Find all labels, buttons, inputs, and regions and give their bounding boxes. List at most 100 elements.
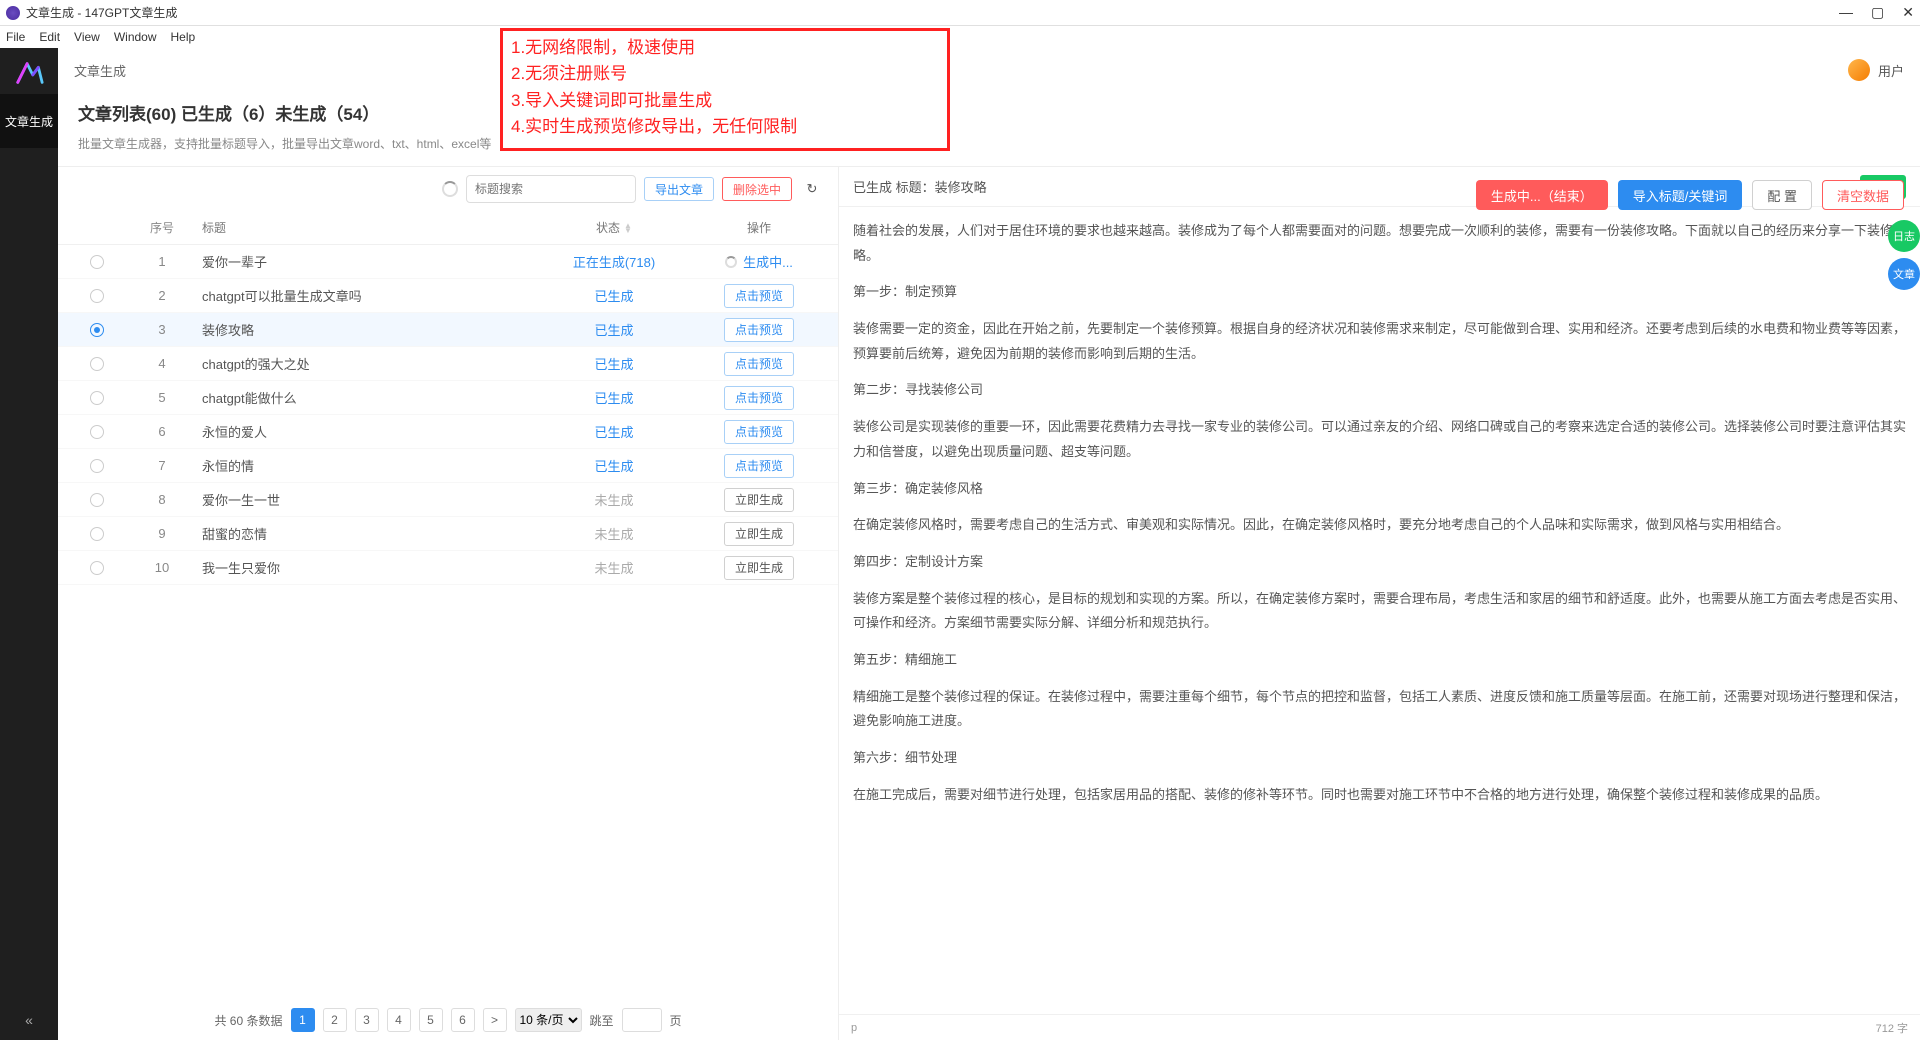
- table-row[interactable]: 3 装修攻略 已生成 点击预览: [58, 313, 838, 347]
- row-title: 装修攻略: [202, 320, 534, 339]
- sidebar-collapse-button[interactable]: «: [13, 1000, 45, 1040]
- table-row[interactable]: 5 chatgpt能做什么 已生成 点击预览: [58, 381, 838, 415]
- window-title: 文章生成 - 147GPT文章生成: [26, 4, 177, 21]
- row-index: 8: [122, 492, 202, 507]
- col-header-index: 序号: [122, 219, 202, 236]
- table-row[interactable]: 1 爱你一辈子 正在生成(718) 生成中...: [58, 245, 838, 279]
- menu-help[interactable]: Help: [171, 30, 196, 44]
- pager-jump-input[interactable]: [622, 1008, 662, 1032]
- generate-button[interactable]: 立即生成: [724, 488, 794, 512]
- row-radio[interactable]: [90, 357, 104, 371]
- row-radio[interactable]: [90, 561, 104, 575]
- col-header-title: 标题: [202, 219, 534, 236]
- table-row[interactable]: 4 chatgpt的强大之处 已生成 点击预览: [58, 347, 838, 381]
- window-minimize-button[interactable]: —: [1839, 4, 1853, 21]
- table-row[interactable]: 7 永恒的情 已生成 点击预览: [58, 449, 838, 483]
- row-radio[interactable]: [90, 493, 104, 507]
- side-tag-log[interactable]: 日志: [1888, 220, 1920, 252]
- menubar: File Edit View Window Help: [0, 26, 1920, 48]
- pager-page-2[interactable]: 2: [323, 1008, 347, 1032]
- menu-view[interactable]: View: [74, 30, 100, 44]
- clear-data-button[interactable]: 清空数据: [1822, 180, 1904, 210]
- config-button[interactable]: 配 置: [1752, 180, 1812, 210]
- menu-window[interactable]: Window: [114, 30, 157, 44]
- preview-paragraph: 装修方案是整个装修过程的核心，是目标的规划和实现的方案。所以，在确定装修方案时，…: [853, 587, 1906, 636]
- sidebar-item-article-gen[interactable]: 文章生成: [0, 94, 58, 148]
- preview-paragraph: 第三步：确定装修风格: [853, 477, 1906, 502]
- row-title: 甜蜜的恋情: [202, 524, 534, 543]
- window-titlebar: 文章生成 - 147GPT文章生成 — ▢ ✕: [0, 0, 1920, 26]
- window-maximize-button[interactable]: ▢: [1871, 4, 1884, 21]
- pager-page-3[interactable]: 3: [355, 1008, 379, 1032]
- status-text: 已生成: [594, 459, 633, 474]
- table-row[interactable]: 9 甜蜜的恋情 未生成 立即生成: [58, 517, 838, 551]
- pager-per-page-select[interactable]: 10 条/页: [515, 1008, 582, 1032]
- row-radio[interactable]: [90, 391, 104, 405]
- window-close-button[interactable]: ✕: [1902, 4, 1914, 21]
- preview-button[interactable]: 点击预览: [724, 386, 794, 410]
- loading-spinner-icon: [442, 181, 458, 197]
- row-title: 永恒的爱人: [202, 422, 534, 441]
- pager-page-6[interactable]: 6: [451, 1008, 475, 1032]
- row-radio[interactable]: [90, 527, 104, 541]
- row-index: 9: [122, 526, 202, 541]
- promo-line-3: 3.导入关键词即可批量生成: [511, 88, 939, 114]
- pager-next-button[interactable]: >: [483, 1008, 507, 1032]
- status-text: 已生成: [594, 425, 633, 440]
- status-text: 已生成: [594, 391, 633, 406]
- preview-paragraph: 随着社会的发展，人们对于居住环境的要求也越来越高。装修成为了每个人都需要面对的问…: [853, 219, 1906, 268]
- action-generating: 生成中...: [743, 252, 793, 271]
- menu-edit[interactable]: Edit: [39, 30, 60, 44]
- row-title: 爱你一生一世: [202, 490, 534, 509]
- preview-paragraph: 装修公司是实现装修的重要一环，因此需要花费精力去寻找一家专业的装修公司。可以通过…: [853, 415, 1906, 464]
- side-tag-article[interactable]: 文章: [1888, 258, 1920, 290]
- preview-button[interactable]: 点击预览: [724, 454, 794, 478]
- preview-content[interactable]: 随着社会的发展，人们对于居住环境的要求也越来越高。装修成为了每个人都需要面对的问…: [839, 207, 1920, 1014]
- delete-selected-button[interactable]: 删除选中: [722, 177, 792, 201]
- pager-page-1[interactable]: 1: [291, 1008, 315, 1032]
- row-index: 4: [122, 356, 202, 371]
- preview-paragraph: 第一步：制定预算: [853, 280, 1906, 305]
- generate-button[interactable]: 立即生成: [724, 556, 794, 580]
- generate-button[interactable]: 立即生成: [724, 522, 794, 546]
- row-index: 3: [122, 322, 202, 337]
- status-text: 正在生成(718): [573, 255, 655, 270]
- table-row[interactable]: 8 爱你一生一世 未生成 立即生成: [58, 483, 838, 517]
- search-input[interactable]: [466, 175, 636, 203]
- user-badge[interactable]: 用户: [1848, 59, 1904, 81]
- row-index: 1: [122, 254, 202, 269]
- row-radio[interactable]: [90, 255, 104, 269]
- preview-paragraph: 第六步：细节处理: [853, 746, 1906, 771]
- preview-button[interactable]: 点击预览: [724, 318, 794, 342]
- status-text: 未生成: [594, 527, 633, 542]
- breadcrumb: 文章生成: [74, 61, 126, 80]
- menu-file[interactable]: File: [6, 30, 25, 44]
- pager-page-4[interactable]: 4: [387, 1008, 411, 1032]
- table-row[interactable]: 2 chatgpt可以批量生成文章吗 已生成 点击预览: [58, 279, 838, 313]
- status-text: 已生成: [594, 289, 633, 304]
- row-radio[interactable]: [90, 459, 104, 473]
- export-articles-button[interactable]: 导出文章: [644, 177, 714, 201]
- preview-button[interactable]: 点击预览: [724, 284, 794, 308]
- row-radio[interactable]: [90, 323, 104, 337]
- preview-title: 已生成 标题：装修攻略: [853, 177, 987, 196]
- table-body: 1 爱你一辈子 正在生成(718) 生成中... 2 chatgpt可以批量生成…: [58, 245, 838, 1000]
- preview-word-count: 712 字: [1876, 1020, 1908, 1036]
- status-text: 已生成: [594, 323, 633, 338]
- preview-button[interactable]: 点击预览: [724, 420, 794, 444]
- promo-overlay: 1.无网络限制，极速使用 2.无须注册账号 3.导入关键词即可批量生成 4.实时…: [500, 48, 950, 151]
- preview-button[interactable]: 点击预览: [724, 352, 794, 376]
- table-row[interactable]: 6 永恒的爱人 已生成 点击预览: [58, 415, 838, 449]
- sidebar: 文章生成 «: [0, 48, 58, 1040]
- import-keywords-button[interactable]: 导入标题/关键词: [1618, 180, 1743, 210]
- app-icon: [6, 6, 20, 20]
- refresh-icon[interactable]: ↻: [800, 177, 824, 201]
- pager-page-5[interactable]: 5: [419, 1008, 443, 1032]
- col-header-status[interactable]: 状态 ▲▼: [534, 219, 694, 236]
- status-text: 未生成: [594, 561, 633, 576]
- table-row[interactable]: 10 我一生只爱你 未生成 立即生成: [58, 551, 838, 585]
- row-radio[interactable]: [90, 425, 104, 439]
- generating-end-button[interactable]: 生成中...（结束）: [1476, 180, 1608, 210]
- row-index: 5: [122, 390, 202, 405]
- row-radio[interactable]: [90, 289, 104, 303]
